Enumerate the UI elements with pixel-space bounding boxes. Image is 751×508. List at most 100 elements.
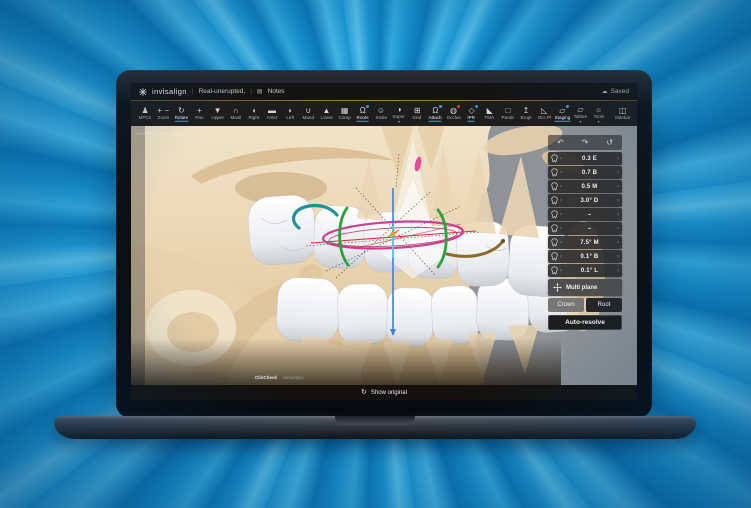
tooth-movement-panel: ↶ ↷ ↺ ‹ 0.3 E › ‹ 0.7 B ›: [548, 135, 622, 330]
increase-button[interactable]: ›: [617, 226, 619, 232]
multi-plane-button[interactable]: Multi plane: [548, 279, 622, 296]
right-view-icon: ◖: [251, 106, 256, 115]
toolbar-item-upper[interactable]: ▼Upper: [209, 101, 227, 126]
superimposition-watermark: superimposition hiding: [136, 131, 186, 137]
movement-value: 7.5° M: [564, 240, 615, 246]
toolbar-item-tools[interactable]: ☼Tools▾: [590, 101, 608, 126]
toolbar-item-comp[interactable]: ▦Comp: [336, 101, 354, 126]
clincheck-watermark-text: Simulation: [283, 375, 305, 380]
toolbar-item-super[interactable]: ◑Super▾: [390, 101, 408, 126]
increase-button[interactable]: ›: [617, 170, 619, 176]
chevron-down-icon: ▾: [598, 120, 600, 123]
toolbar-item-occlus[interactable]: ◍Occlus: [444, 101, 462, 126]
toolbar-item-pontic[interactable]: □Pontic: [499, 101, 517, 126]
increase-button[interactable]: ›: [617, 268, 619, 274]
toolbar-item-zoom[interactable]: + −Zoom: [154, 101, 172, 126]
decrease-button[interactable]: ‹: [560, 268, 562, 274]
staging-icon: ▱: [559, 106, 565, 115]
movement-value: 0.7 B: [564, 170, 615, 176]
case-name-label: Real-unerupted,: [199, 88, 246, 95]
grid-icon: ⊞: [414, 106, 421, 115]
chevron-down-icon: ▾: [398, 120, 400, 123]
toolbar-item-pan[interactable]: +Pan: [190, 101, 208, 126]
upper-arch-icon: ▼: [214, 106, 222, 115]
movement-icon: [551, 224, 558, 233]
toolbar-item-mpcs[interactable]: ♟MPCs: [136, 101, 154, 126]
increase-button[interactable]: ›: [617, 212, 619, 218]
decrease-button[interactable]: ‹: [560, 226, 562, 232]
tables-icon: ▱: [577, 105, 583, 114]
toolbar-item-erupt[interactable]: ↥Erupt: [517, 101, 535, 126]
toolbar-item-roots[interactable]: ΩRoots: [354, 101, 372, 126]
reset-icon[interactable]: ↺: [606, 139, 613, 147]
decrease-button[interactable]: ‹: [560, 156, 562, 162]
movement-value: 0.3 E: [564, 156, 615, 162]
toolbar-item-staging[interactable]: ▱Staging: [553, 101, 571, 126]
redo-icon[interactable]: ↷: [582, 139, 589, 147]
decrease-button[interactable]: ‹: [560, 212, 562, 218]
toolbar-item-occ-pl[interactable]: ◺Occ Pl: [535, 101, 553, 126]
decrease-button[interactable]: ‹: [560, 184, 562, 190]
crown-root-toggle: Crown Root: [548, 298, 622, 312]
show-original-button[interactable]: ↻ Show original: [131, 385, 637, 400]
toolbar-item-attach[interactable]: ΩAttach: [426, 101, 444, 126]
decrease-button[interactable]: ‹: [560, 170, 562, 176]
toolbar-item-lower[interactable]: ▲Lower: [317, 101, 335, 126]
movement-row-rotation: ‹ 3.0° D ›: [548, 194, 622, 207]
multi-plane-move-icon: [553, 283, 562, 292]
toolbar-item-left[interactable]: ◗Left: [281, 101, 299, 126]
movement-value: 3.0° D: [564, 198, 615, 204]
rotation-icon: [551, 196, 558, 205]
toolbar-item-maxil[interactable]: ∩Maxil: [227, 101, 245, 126]
movement-icon: [551, 210, 558, 219]
toolbar-item-smile[interactable]: ☺Smile: [372, 101, 390, 126]
movement-row-6: ‹ – ›: [548, 222, 622, 235]
toolbar-item-rotate[interactable]: ↻Rotate: [172, 101, 190, 126]
decrease-button[interactable]: ‹: [560, 240, 562, 246]
movement-row-extrusion: ‹ 0.3 E ›: [548, 152, 622, 165]
toolbar-item-right[interactable]: ◖Right: [245, 101, 263, 126]
toolbar-item-tables[interactable]: ▱Tables▾: [571, 101, 589, 126]
toolbar-item-ipr[interactable]: ◇IPR: [463, 101, 481, 126]
movement-row-mesial: ‹ 0.5 M ›: [548, 180, 622, 193]
clincheck-watermark: ClinCheck: [255, 375, 278, 380]
composite-view-icon: ▦: [341, 106, 349, 115]
roots-icon: Ω: [360, 106, 366, 115]
root-button[interactable]: Root: [586, 298, 622, 312]
save-status: ☁ Saved: [602, 88, 629, 95]
toolbar-item-tma[interactable]: ◣TMA: [481, 101, 499, 126]
rotate-icon: ↻: [178, 106, 185, 115]
decrease-button[interactable]: ‹: [560, 198, 562, 204]
torque-icon: [551, 266, 558, 275]
increase-button[interactable]: ›: [617, 198, 619, 204]
toolbar-item-anter[interactable]: ▬Anter: [263, 101, 281, 126]
decrease-button[interactable]: ‹: [560, 254, 562, 260]
cloud-saved-icon: ☁: [602, 88, 608, 95]
mandible-icon: ∪: [305, 106, 311, 115]
mpcs-icon: ♟: [141, 106, 148, 115]
movement-value: –: [564, 226, 615, 232]
increase-button[interactable]: ›: [617, 254, 619, 260]
toolbar-item-sidebar[interactable]: ◫Sidebar: [614, 101, 632, 126]
saved-label: Saved: [611, 88, 629, 95]
movement-row-inclination: ‹ 0.1° B ›: [548, 250, 622, 263]
ipr-icon: ◇: [469, 106, 475, 115]
auto-resolve-button[interactable]: Auto-resolve: [548, 315, 622, 330]
tma-icon: ◣: [487, 106, 493, 115]
multi-plane-label: Multi plane: [566, 285, 597, 291]
3d-viewport[interactable]: superimposition hiding ClinCheck Simulat…: [131, 126, 637, 385]
increase-button[interactable]: ›: [617, 184, 619, 190]
toolbar-item-mand[interactable]: ∪Mand: [299, 101, 317, 126]
undo-icon[interactable]: ↶: [557, 139, 564, 147]
movement-value: 0.1° B: [564, 254, 615, 260]
crown-button[interactable]: Crown: [548, 298, 584, 312]
notes-button[interactable]: Notes: [268, 88, 285, 95]
toolbar-item-grid[interactable]: ⊞Grid: [408, 101, 426, 126]
refresh-icon: ↻: [361, 389, 367, 396]
app-window: invisalign | Real-unerupted, | ▤ Notes ☁…: [131, 83, 637, 400]
extrusion-icon: [551, 154, 558, 163]
increase-button[interactable]: ›: [617, 156, 619, 162]
inclination-icon: [551, 252, 558, 261]
invisalign-logo-icon: [139, 88, 147, 96]
increase-button[interactable]: ›: [617, 240, 619, 246]
